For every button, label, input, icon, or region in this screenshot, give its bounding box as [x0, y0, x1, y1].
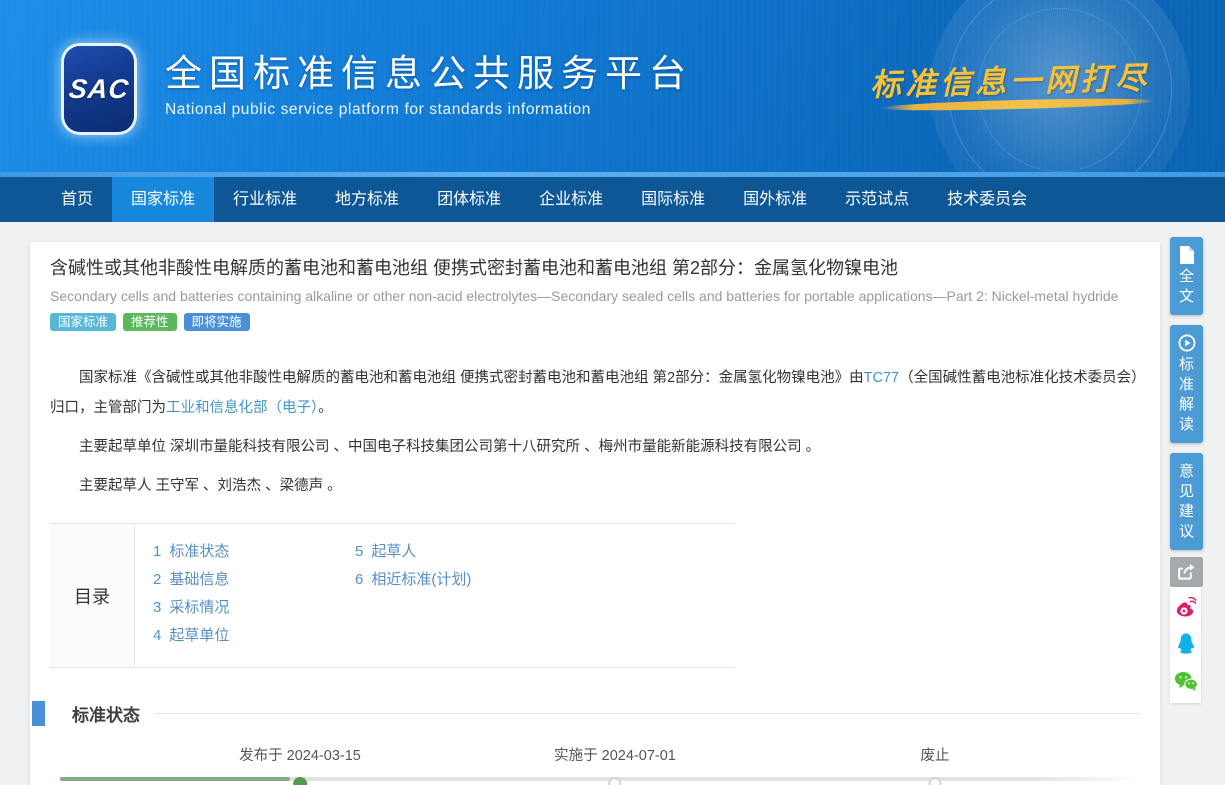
list-item: 4 起草单位 — [153, 622, 355, 650]
badge-national-standard: 国家标准 — [50, 313, 116, 331]
tc-link[interactable]: TC77 — [864, 370, 899, 386]
toc-text: 基础信息 — [169, 571, 229, 588]
timeline-dot-done — [293, 777, 307, 785]
toc-num: 6 — [355, 571, 363, 588]
standard-detail-card: 含碱性或其他非酸性电解质的蓄电池和蓄电池组 便携式密封蓄电池和蓄电池组 第2部分… — [30, 242, 1160, 785]
nav-item-home[interactable]: 首页 — [42, 177, 112, 222]
drafters-paragraph: 主要起草人 王守军 、刘浩杰 、梁德声 。 — [50, 471, 1140, 501]
status-timeline: 发布于 2024-03-15 实施于 2024-07-01 废止 — [50, 744, 1140, 785]
play-circle-icon — [1178, 334, 1196, 352]
status-section-title: 标准状态 — [72, 701, 140, 726]
fulltext-button[interactable]: 全文 — [1170, 237, 1203, 315]
side-tools: 全文 标准解读 意见建议 — [1170, 237, 1204, 703]
fulltext-label: 全文 — [1179, 267, 1195, 307]
toc-text: 起草单位 — [169, 627, 229, 644]
page: SAC 全国标准信息公共服务平台 National public service… — [0, 0, 1225, 785]
sac-logo[interactable]: SAC — [64, 46, 134, 132]
site-titles: 全国标准信息公共服务平台 National public service pla… — [165, 52, 693, 119]
section-accent-bar — [32, 701, 45, 726]
drafting-units-paragraph: 主要起草单位 深圳市量能科技有限公司 、中国电子科技集团公司第十八研究所 、梅州… — [50, 432, 1140, 462]
toc-label: 目录 — [74, 583, 110, 609]
toc-text: 采标情况 — [169, 599, 229, 616]
toc-text: 标准状态 — [169, 543, 229, 560]
timeline-milestone-published: 发布于 2024-03-15 — [239, 744, 361, 785]
badge-recommended: 推荐性 — [123, 313, 177, 331]
social-share-strip — [1170, 587, 1201, 703]
nav-item-foreign-standards[interactable]: 国外标准 — [724, 177, 826, 222]
standard-title-en: Secondary cells and batteries containing… — [50, 287, 1140, 305]
site-subtitle: National public service platform for sta… — [165, 101, 693, 119]
site-header: SAC 全国标准信息公共服务平台 National public service… — [0, 0, 1225, 177]
nav-item-technical-committee[interactable]: 技术委员会 — [928, 177, 1046, 222]
timeline-dot-pending — [929, 777, 942, 785]
share-button[interactable] — [1170, 557, 1203, 587]
nav-item-local-standards[interactable]: 地方标准 — [316, 177, 418, 222]
toc-text: 起草人 — [371, 543, 416, 560]
nav-item-international-standards[interactable]: 国际标准 — [622, 177, 724, 222]
nav-item-enterprise-standards[interactable]: 企业标准 — [520, 177, 622, 222]
timeline-label: 发布于 2024-03-15 — [239, 744, 361, 765]
timeline-label: 废止 — [921, 744, 950, 765]
toc-text: 相近标准(计划) — [371, 571, 471, 588]
nav-item-group-standards[interactable]: 团体标准 — [418, 177, 520, 222]
standard-title-zh: 含碱性或其他非酸性电解质的蓄电池和蓄电池组 便携式密封蓄电池和蓄电池组 第2部分… — [50, 256, 1140, 280]
nav-item-national-standards[interactable]: 国家标准 — [112, 177, 214, 222]
timeline-milestone-implemented: 实施于 2024-07-01 — [554, 744, 676, 785]
timeline-milestone-abolished: 废止 — [921, 744, 950, 785]
toc-link-drafting-units[interactable]: 4 起草单位 — [153, 627, 229, 644]
site-title: 全国标准信息公共服务平台 — [165, 52, 693, 96]
list-item: 3 采标情况 — [153, 594, 355, 622]
interpretation-button[interactable]: 标准解读 — [1170, 325, 1203, 443]
intro-paragraph: 国家标准《含碱性或其他非酸性电解质的蓄电池和蓄电池组 便携式密封蓄电池和蓄电池组… — [50, 363, 1140, 423]
toc-num: 2 — [153, 571, 161, 588]
toc-link-drafters[interactable]: 5 起草人 — [355, 543, 416, 560]
toc-num: 4 — [153, 627, 161, 644]
toc-label-cell: 目录 — [50, 524, 135, 667]
status-section-header: 标准状态 — [32, 700, 1140, 726]
list-item: 1 标准状态 — [153, 538, 355, 566]
sac-logo-text: SAC — [67, 74, 130, 105]
toc-link-similar-standards[interactable]: 6 相近标准(计划) — [355, 571, 471, 588]
intro-prefix: 国家标准《含碱性或其他非酸性电解质的蓄电池和蓄电池组 便携式密封蓄电池和蓄电池组… — [79, 370, 864, 386]
toc-num: 1 — [153, 543, 161, 560]
wechat-icon[interactable] — [1174, 669, 1198, 693]
toc-column-1: 1 标准状态 2 基础信息 3 采标情况 4 起草单位 — [153, 538, 355, 667]
document-icon — [1179, 246, 1195, 264]
badge-row: 国家标准 推荐性 即将实施 — [50, 313, 1140, 331]
toc-columns: 1 标准状态 2 基础信息 3 采标情况 4 起草单位 5 起草人 6 相近标准(计划) — [135, 524, 471, 667]
toc-num: 5 — [355, 543, 363, 560]
interpretation-label: 标准解读 — [1179, 355, 1195, 435]
toc-link-basic-info[interactable]: 2 基础信息 — [153, 571, 229, 588]
feedback-button[interactable]: 意见建议 — [1170, 453, 1203, 550]
list-item: 5 起草人 — [355, 538, 471, 566]
weibo-icon[interactable] — [1174, 595, 1198, 619]
department-link[interactable]: 工业和信息化部（电子） — [166, 400, 318, 416]
toc-column-2: 5 起草人 6 相近标准(计划) — [355, 538, 471, 667]
timeline-label: 实施于 2024-07-01 — [554, 744, 676, 765]
intro-suffix: 。 — [318, 400, 333, 416]
table-of-contents: 目录 1 标准状态 2 基础信息 3 采标情况 4 起草单位 5 起草人 6 相近标准(计划… — [50, 523, 735, 668]
list-item: 2 基础信息 — [153, 566, 355, 594]
badge-upcoming-implementation: 即将实施 — [184, 313, 250, 331]
section-divider-line — [154, 713, 1140, 714]
header-slogan: 标准信息一网打尽 — [869, 52, 1150, 104]
qq-icon[interactable] — [1174, 632, 1198, 656]
list-item: 6 相近标准(计划) — [355, 566, 471, 594]
intro-paragraphs: 国家标准《含碱性或其他非酸性电解质的蓄电池和蓄电池组 便携式密封蓄电池和蓄电池组… — [50, 363, 1140, 501]
timeline-dot-pending — [608, 777, 621, 785]
feedback-label: 意见建议 — [1179, 462, 1195, 542]
toc-num: 3 — [153, 599, 161, 616]
share-icon — [1177, 562, 1197, 582]
main-nav: 首页 国家标准 行业标准 地方标准 团体标准 企业标准 国际标准 国外标准 示范… — [0, 177, 1225, 222]
toc-link-standard-status[interactable]: 1 标准状态 — [153, 543, 229, 560]
nav-item-industry-standards[interactable]: 行业标准 — [214, 177, 316, 222]
nav-item-pilot-demo[interactable]: 示范试点 — [826, 177, 928, 222]
toc-link-adoption-status[interactable]: 3 采标情况 — [153, 599, 229, 616]
